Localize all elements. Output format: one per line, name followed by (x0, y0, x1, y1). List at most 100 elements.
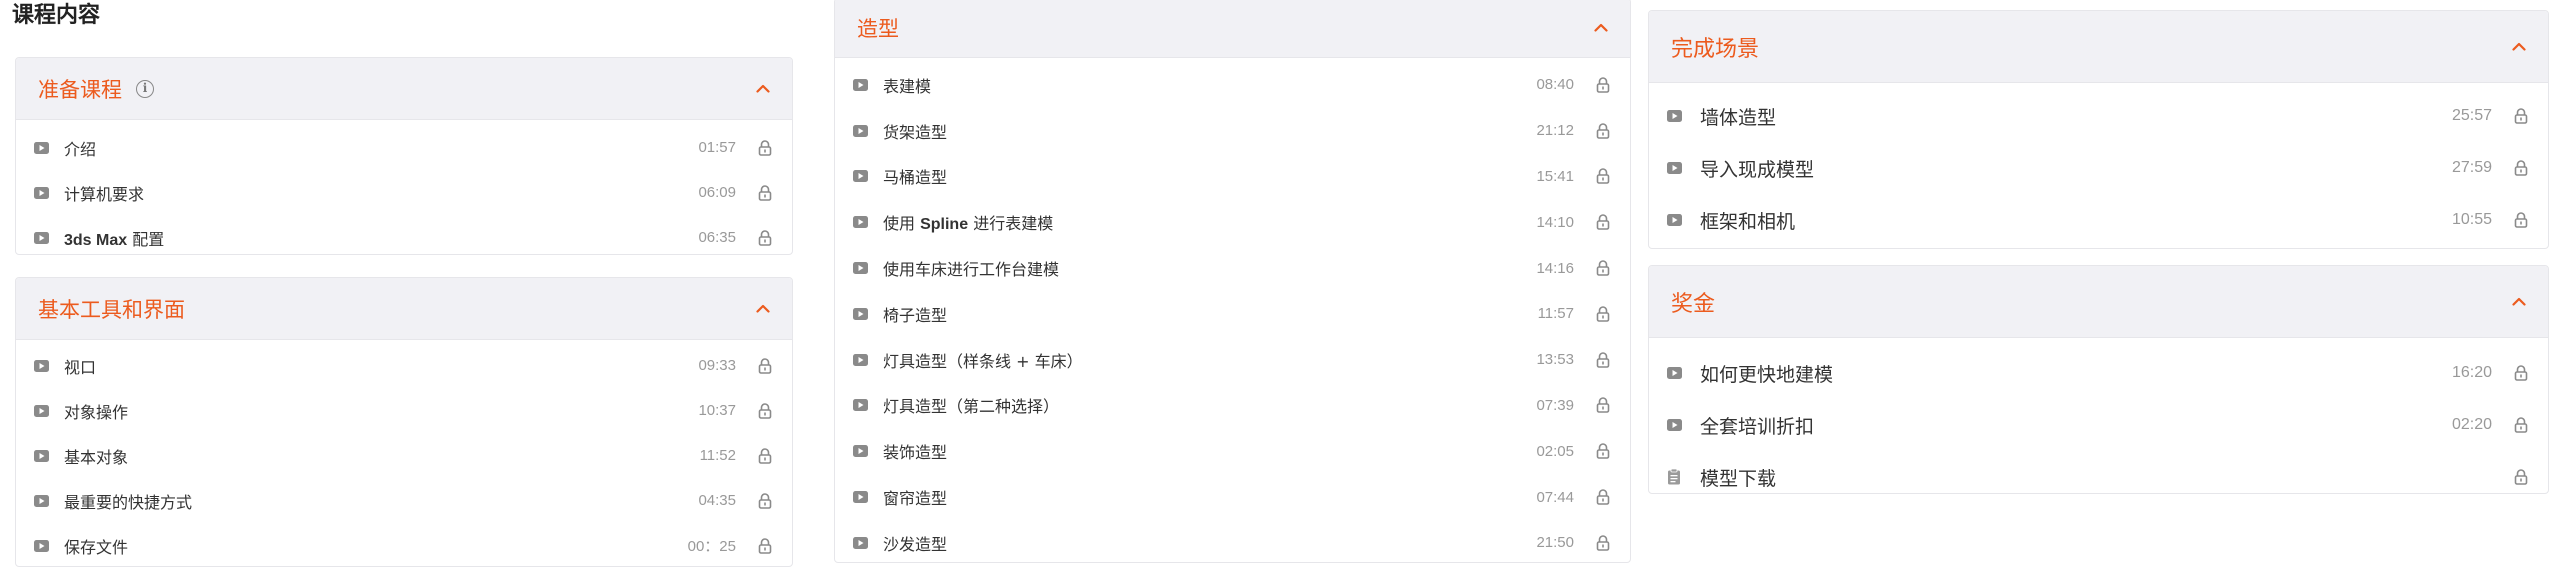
lesson-row[interactable]: 3ds Max 配置 06:35 (16, 215, 792, 254)
lesson-duration: 02:05 (1536, 442, 1574, 460)
lesson-row[interactable]: 使用车床进行工作台建模 14:16 (835, 245, 1630, 291)
lesson-duration: 13:53 (1536, 351, 1574, 369)
lock-icon (2514, 365, 2528, 381)
lock-icon (1596, 306, 1610, 322)
lesson-row[interactable]: 装饰造型 02:05 (835, 428, 1630, 474)
lesson-row[interactable]: 沙发造型 21:50 (835, 520, 1630, 562)
lesson-row[interactable]: 全套培训折扣 02:20 (1649, 399, 2548, 451)
lock-icon (1596, 77, 1610, 93)
lock-icon (1596, 351, 1610, 368)
play-icon (853, 491, 868, 504)
play-icon (853, 78, 868, 91)
lesson-row[interactable]: 视口 09:33 (16, 343, 792, 388)
play-icon (853, 124, 868, 137)
lesson-duration: 02:20 (2451, 416, 2492, 433)
play-icon (34, 141, 49, 154)
lesson-row[interactable]: 导入现成模型 27:59 (1649, 142, 2548, 194)
lock-icon (2514, 108, 2528, 124)
lesson-duration: 07:44 (1536, 488, 1574, 506)
play-icon (1667, 367, 1682, 379)
lesson-row[interactable]: 使用 Spline 进行表建模 14:10 (835, 199, 1630, 245)
lock-icon (2514, 417, 2528, 433)
chevron-up-icon[interactable] (756, 84, 770, 94)
lesson-duration: 10:55 (2451, 211, 2492, 228)
lesson-row[interactable]: 如何更快地建模 16:20 (1649, 347, 2548, 399)
lesson-list: 如何更快地建模 16:20 全套培训折扣 02:20 模型下载 (1649, 338, 2548, 493)
lesson-row[interactable]: 模型下载 (1649, 451, 2548, 493)
lock-icon (1596, 260, 1610, 276)
lesson-duration: 08:40 (1536, 76, 1574, 94)
lesson-row[interactable]: 计算机要求 06:09 (16, 170, 792, 215)
lesson-row[interactable]: 椅子造型 11:57 (835, 291, 1630, 337)
section-header[interactable]: 准备课程 i (16, 58, 792, 120)
lesson-title: 如何更快地建模 (1700, 363, 1834, 386)
lesson-list: 视口 09:33 对象操作 10:37 基本对象 11:52 最重要的快捷方式 04:35 保存… (16, 340, 792, 566)
play-icon (34, 359, 49, 372)
lesson-row[interactable]: 表建模 08:40 (835, 62, 1630, 108)
play-icon (34, 539, 49, 552)
play-icon (853, 399, 868, 412)
play-icon (853, 307, 868, 320)
play-icon (1667, 214, 1682, 226)
lesson-title: 计算机要求 (64, 184, 145, 204)
info-icon[interactable]: i (136, 79, 154, 98)
lesson-title: 模型下载 (1700, 467, 1777, 490)
lesson-duration: 00：25 (687, 538, 736, 555)
section-prep-course: 准备课程 i 介绍 01:57 计算机要求 06:09 3ds Max 配置 0… (15, 57, 793, 255)
chevron-up-icon[interactable] (2512, 297, 2526, 307)
page-title: 课程内容 (12, 3, 101, 28)
lesson-duration: 07:39 (1536, 396, 1574, 414)
play-icon (1667, 419, 1682, 431)
lock-icon (758, 447, 772, 464)
lesson-duration: 06:35 (698, 229, 736, 246)
section-header[interactable]: 完成场景 (1649, 11, 2548, 83)
section-complete-scene: 完成场景 墙体造型 25:57 导入现成模型 27:59 框架和相机 10:55 (1648, 10, 2549, 249)
lesson-row[interactable]: 框架和相机 10:55 (1649, 194, 2548, 246)
lesson-row[interactable]: 最重要的快捷方式 04:35 (16, 478, 792, 523)
section-header[interactable]: 奖金 (1649, 266, 2548, 338)
section-header[interactable]: 基本工具和界面 (16, 278, 792, 340)
chevron-up-icon[interactable] (756, 304, 770, 314)
lock-icon (1596, 168, 1610, 185)
section-title: 造型 (857, 17, 899, 41)
play-icon (1667, 162, 1682, 174)
play-icon (853, 445, 868, 458)
lesson-row[interactable]: 介绍 01:57 (16, 125, 792, 170)
lesson-row[interactable]: 保存文件 00：25 (16, 523, 792, 566)
lesson-list: 表建模 08:40 货架造型 21:12 马桶造型 15:41 使用 Spline 进行表建… (835, 58, 1630, 562)
lesson-duration: 15:41 (1536, 167, 1574, 185)
lock-icon (758, 139, 772, 156)
lock-icon (758, 357, 772, 374)
lock-icon (758, 402, 772, 419)
lesson-row[interactable]: 灯具造型（第二种选择） 07:39 (835, 383, 1630, 429)
lesson-duration: 04:35 (698, 492, 736, 509)
lesson-title: 货架造型 (883, 122, 948, 142)
lock-icon (1596, 443, 1610, 460)
chevron-up-icon[interactable] (1594, 23, 1608, 33)
lesson-duration: 21:50 (1536, 534, 1574, 552)
section-title: 完成场景 (1671, 36, 1760, 62)
play-icon (34, 494, 49, 507)
lesson-title: 视口 (64, 357, 97, 377)
section-title: 奖金 (1671, 291, 1716, 317)
lesson-row[interactable]: 灯具造型（样条线 + 车床） 13:53 (835, 337, 1630, 383)
lock-icon (1596, 122, 1610, 139)
section-modeling: 造型 表建模 08:40 货架造型 21:12 马桶造型 15:41 使用 Spline 进… (834, 0, 1631, 563)
lock-icon (1596, 535, 1610, 551)
lesson-duration: 16:20 (2451, 364, 2492, 381)
lesson-row[interactable]: 墙体造型 25:57 (1649, 90, 2548, 142)
lesson-title: 基本对象 (64, 447, 129, 467)
lesson-row[interactable]: 基本对象 11:52 (16, 433, 792, 478)
chevron-up-icon[interactable] (2512, 42, 2526, 52)
lesson-duration: 27:59 (2451, 159, 2492, 176)
lesson-title: 马桶造型 (883, 168, 948, 188)
section-header[interactable]: 造型 (835, 0, 1630, 58)
lock-icon (1596, 489, 1610, 505)
section-title: 基本工具和界面 (38, 297, 185, 322)
lesson-title: 使用 Spline 进行表建模 (883, 214, 1054, 234)
lesson-row[interactable]: 窗帘造型 07:44 (835, 474, 1630, 520)
lesson-row[interactable]: 对象操作 10:37 (16, 388, 792, 433)
lesson-row[interactable]: 马桶造型 15:41 (835, 154, 1630, 200)
lesson-duration: 10:37 (698, 402, 736, 419)
lesson-row[interactable]: 货架造型 21:12 (835, 108, 1630, 154)
